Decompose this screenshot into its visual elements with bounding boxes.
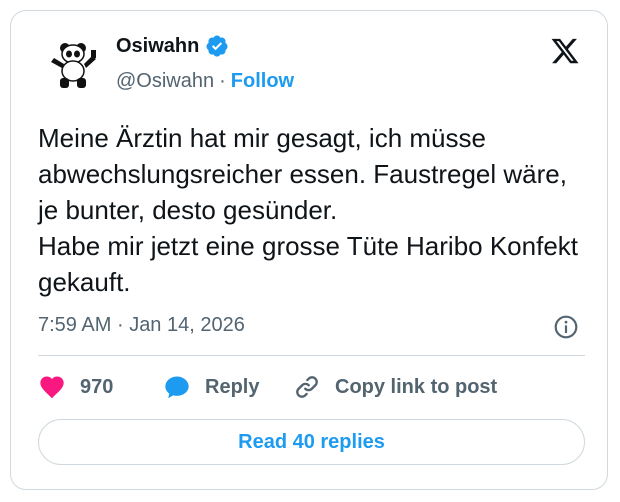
link-icon xyxy=(296,376,318,398)
author-name-row[interactable]: Osiwahn xyxy=(116,34,229,58)
like-button[interactable]: 970 xyxy=(38,373,163,401)
reply-label: Reply xyxy=(205,375,260,398)
handle-separator: · xyxy=(219,70,226,92)
timestamp-separator: · xyxy=(116,314,124,336)
read-replies-label: Read 40 replies xyxy=(238,430,385,453)
reply-button[interactable]: Reply xyxy=(163,373,293,401)
likes-count: 970 xyxy=(80,375,114,398)
author-handle[interactable]: @Osiwahn xyxy=(116,70,214,92)
divider xyxy=(38,355,585,356)
avatar[interactable] xyxy=(48,40,100,92)
tweet-time[interactable]: 7:59 AM xyxy=(38,314,111,336)
author-handle-row: @Osiwahn · Follow xyxy=(116,70,294,93)
tweet-timestamp[interactable]: 7:59 AM · Jan 14, 2026 xyxy=(38,314,245,337)
x-logo-icon[interactable] xyxy=(550,36,580,66)
info-icon[interactable] xyxy=(553,314,579,340)
follow-button[interactable]: Follow xyxy=(231,70,294,92)
tweet-date[interactable]: Jan 14, 2026 xyxy=(129,314,245,336)
copy-link-button[interactable]: Copy link to post xyxy=(293,373,497,401)
tweet-text: Meine Ärztin hat mir gesagt, ich müsse a… xyxy=(38,123,579,297)
verified-badge-icon xyxy=(206,35,228,57)
speech-bubble-icon xyxy=(165,376,189,399)
copy-link-label: Copy link to post xyxy=(335,375,498,398)
action-bar: 970 Reply Copy link to post xyxy=(38,370,497,404)
heart-icon xyxy=(40,376,64,399)
author-name[interactable]: Osiwahn xyxy=(116,35,199,58)
read-replies-button[interactable]: Read 40 replies xyxy=(38,419,585,465)
